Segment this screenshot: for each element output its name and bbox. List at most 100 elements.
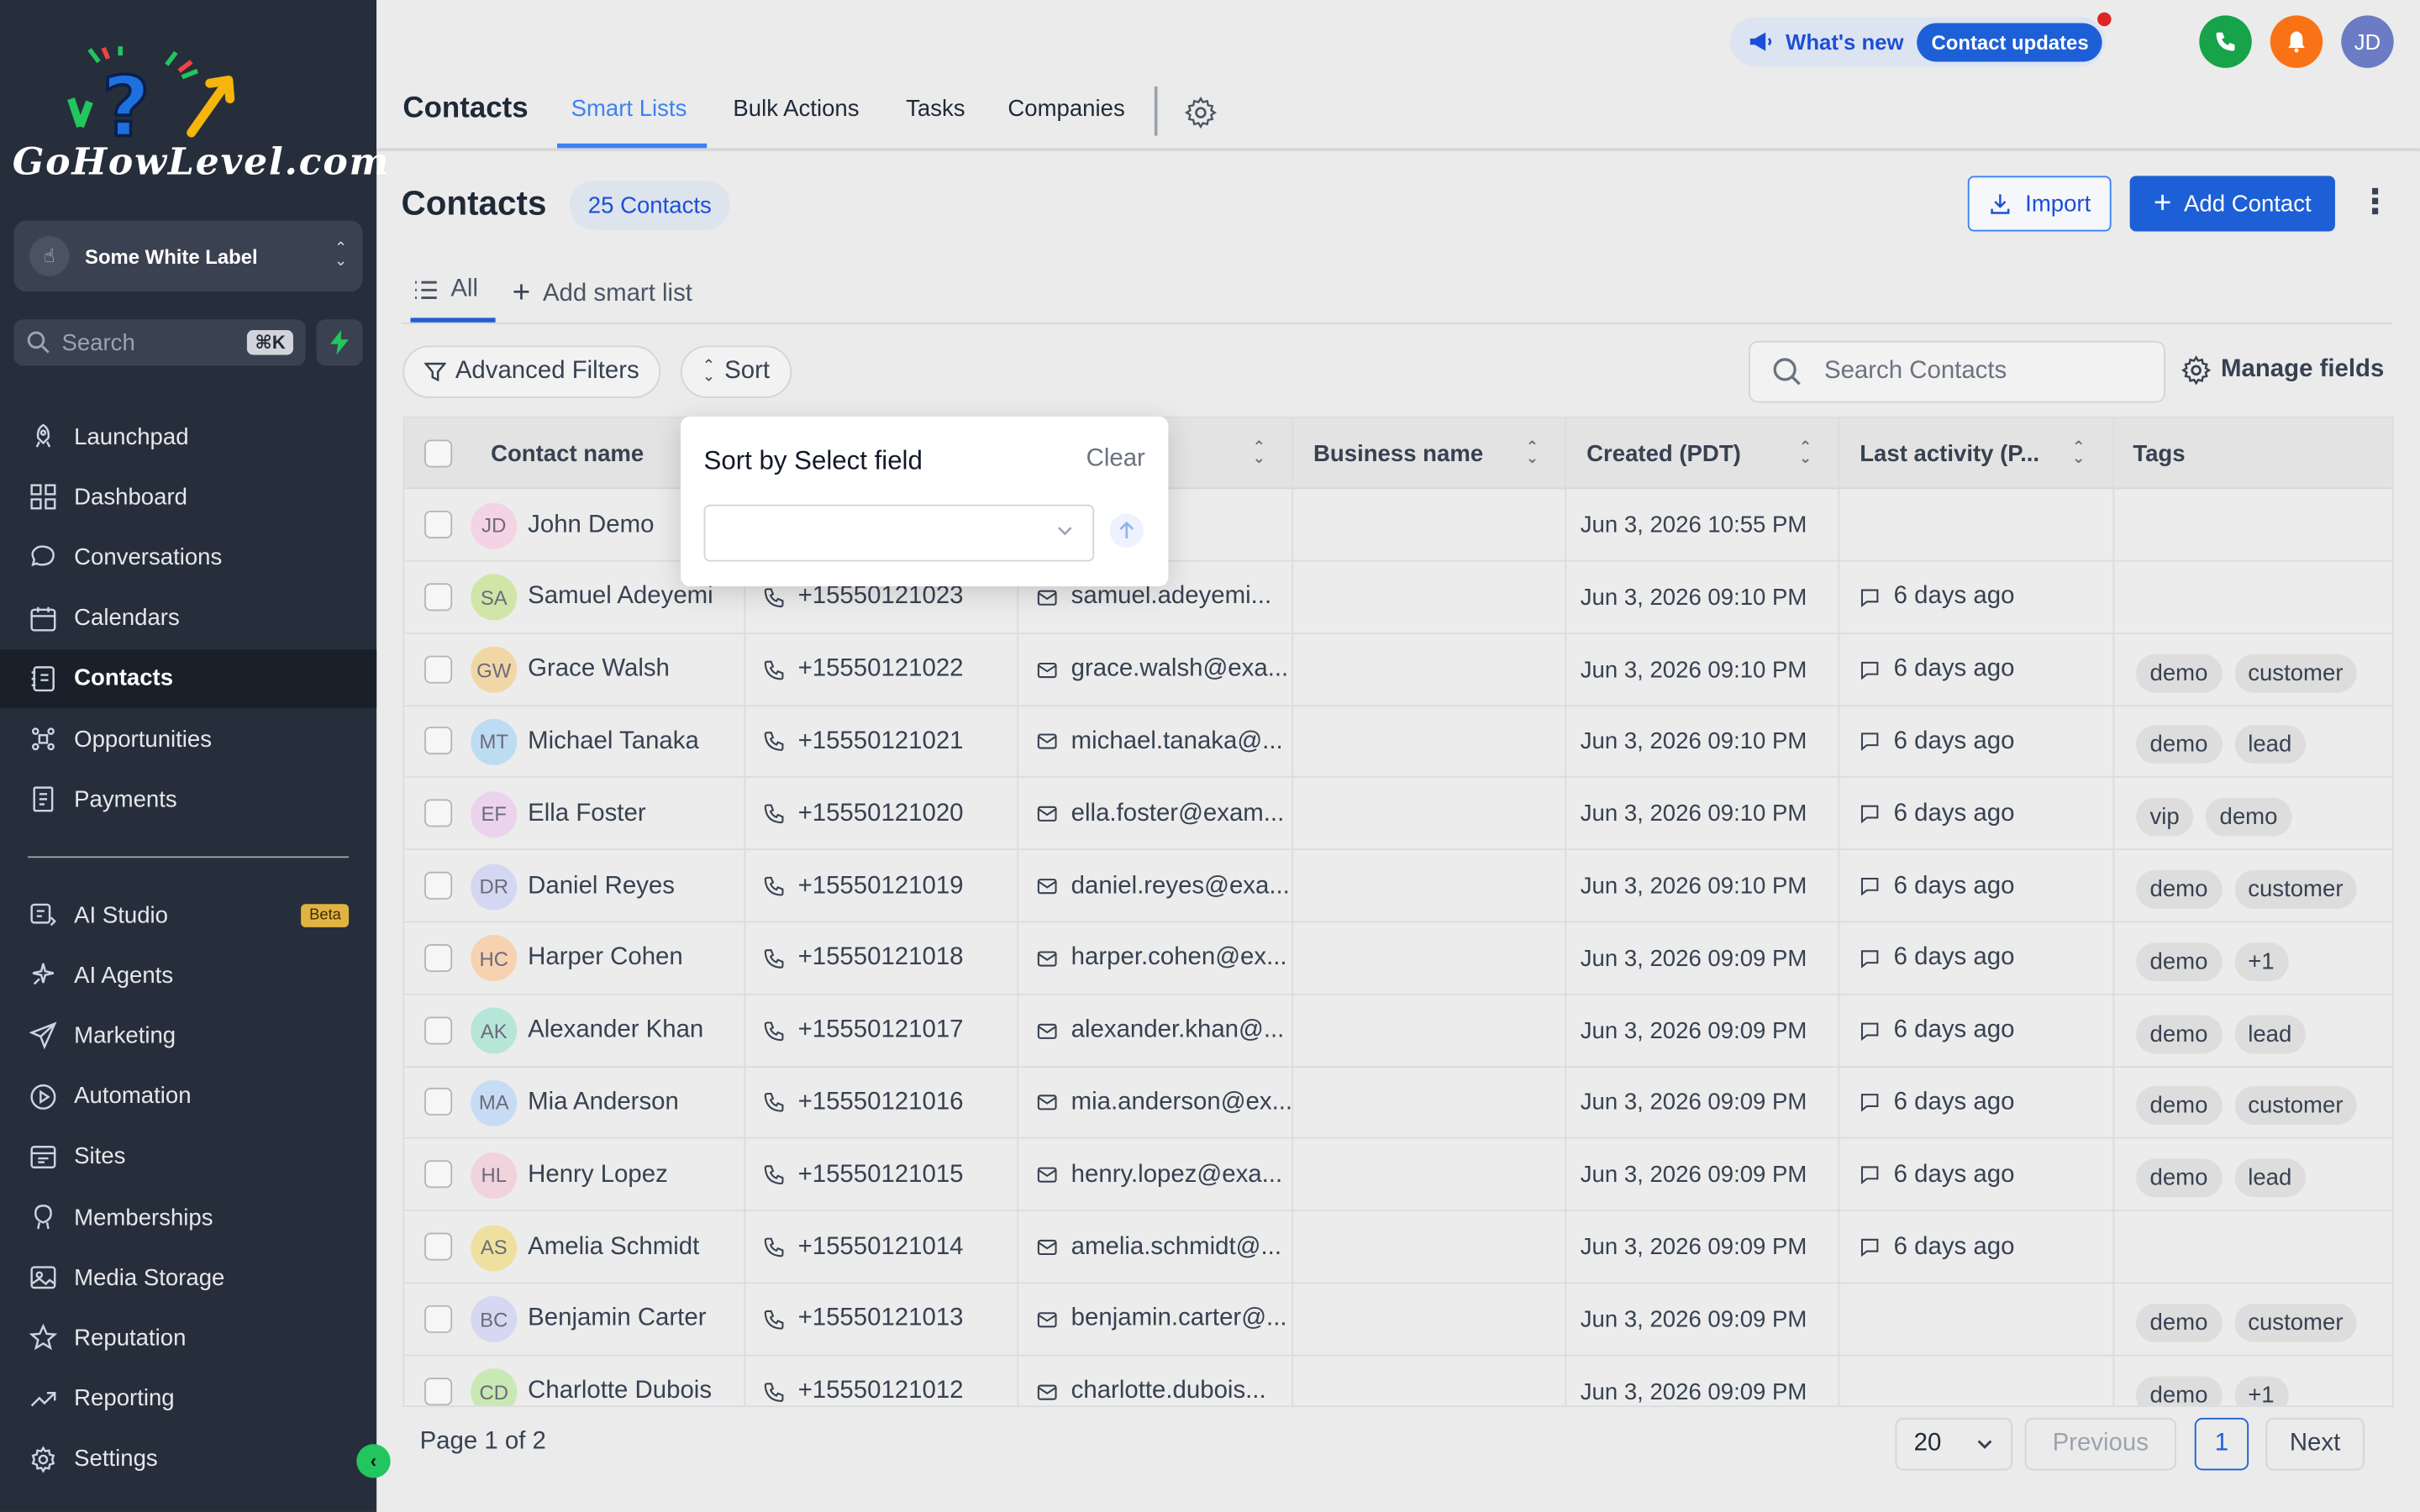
email-cell[interactable]: daniel.reyes@exa... bbox=[1035, 850, 1292, 922]
user-avatar[interactable]: JD bbox=[2341, 15, 2394, 68]
tag-badge[interactable]: lead bbox=[2233, 1158, 2306, 1198]
tag-badge[interactable]: demo bbox=[2135, 1375, 2222, 1406]
table-row[interactable]: HC Harper Cohen +15550121018 harper.cohen@e… bbox=[404, 922, 2392, 995]
brand-logo[interactable]: ? GoHowLevel.com bbox=[13, 43, 388, 188]
settings-gear-icon[interactable] bbox=[1184, 96, 1218, 129]
select-all-checkbox[interactable] bbox=[424, 439, 453, 468]
whats-new-banner[interactable]: What's new Contact updates bbox=[1729, 12, 2112, 66]
email-cell[interactable]: benjamin.carter@... bbox=[1035, 1284, 1292, 1356]
tag-badge[interactable]: demo bbox=[2135, 725, 2222, 764]
contact-name-cell[interactable]: MT Michael Tanaka bbox=[471, 706, 744, 778]
table-row[interactable]: EF Ella Foster +15550121020 ella.foster@exa… bbox=[404, 778, 2392, 851]
row-checkbox[interactable] bbox=[424, 1305, 453, 1333]
table-row[interactable]: BC Benjamin Carter +15550121013 benjamin.ca… bbox=[404, 1284, 2392, 1357]
table-row[interactable]: MT Michael Tanaka +15550121021 michael.tana… bbox=[404, 706, 2392, 779]
phone-cell[interactable]: +15550121015 bbox=[762, 1139, 1017, 1211]
table-row[interactable]: MA Mia Anderson +15550121016 mia.anderson@e… bbox=[404, 1067, 2392, 1140]
phone-cell[interactable]: +15550121013 bbox=[762, 1284, 1017, 1356]
advanced-filters-button[interactable]: Advanced Filters bbox=[402, 345, 661, 398]
tag-badge[interactable]: customer bbox=[2233, 869, 2358, 909]
search-contacts-input[interactable]: Search Contacts bbox=[1748, 340, 2165, 403]
contact-name-cell[interactable]: HL Henry Lopez bbox=[471, 1139, 744, 1211]
tag-badge[interactable]: demo bbox=[2135, 1158, 2222, 1198]
table-row[interactable]: HL Henry Lopez +15550121015 henry.lopez@exa… bbox=[404, 1139, 2392, 1212]
row-checkbox[interactable] bbox=[424, 727, 453, 755]
email-cell[interactable]: harper.cohen@ex... bbox=[1035, 922, 1292, 995]
page-1-button[interactable]: 1 bbox=[2194, 1417, 2249, 1471]
phone-cell[interactable]: +15550121017 bbox=[762, 995, 1017, 1067]
phone-cell[interactable]: +15550121019 bbox=[762, 850, 1017, 922]
col-tags[interactable]: Tags bbox=[2112, 418, 2185, 489]
email-cell[interactable]: alexander.khan@... bbox=[1035, 995, 1292, 1067]
contact-name-cell[interactable]: EF Ella Foster bbox=[471, 778, 744, 850]
sidebar-item-opportunities[interactable]: Opportunities bbox=[0, 710, 376, 769]
tag-badge[interactable]: customer bbox=[2233, 1086, 2358, 1126]
tab-smart-lists[interactable]: Smart Lists bbox=[571, 96, 687, 122]
contact-name-cell[interactable]: GW Grace Walsh bbox=[471, 633, 744, 706]
tag-badge[interactable]: demo bbox=[2205, 797, 2291, 837]
sidebar-item-automation[interactable]: Automation bbox=[0, 1067, 376, 1126]
tab-companies[interactable]: Companies bbox=[1007, 96, 1124, 122]
row-checkbox[interactable] bbox=[424, 582, 453, 611]
tag-badge[interactable]: +1 bbox=[2233, 942, 2289, 981]
tag-badge[interactable]: demo bbox=[2135, 942, 2222, 981]
tag-badge[interactable]: demo bbox=[2135, 869, 2222, 909]
sidebar-item-payments[interactable]: Payments bbox=[0, 770, 376, 829]
col-contact-name[interactable]: Contact name bbox=[491, 418, 644, 489]
more-options-icon[interactable]: ⋮ bbox=[2358, 179, 2391, 228]
sidebar-item-reputation[interactable]: Reputation bbox=[0, 1309, 376, 1368]
next-page-button[interactable]: Next bbox=[2265, 1417, 2365, 1471]
tag-badge[interactable]: customer bbox=[2233, 654, 2358, 692]
contact-name-cell[interactable]: HC Harper Cohen bbox=[471, 922, 744, 995]
workspace-switcher[interactable]: ☝ Some White Label ⌃ ⌄ bbox=[13, 220, 363, 292]
email-cell[interactable]: ella.foster@exam... bbox=[1035, 778, 1292, 850]
tag-badge[interactable]: +1 bbox=[2233, 1375, 2289, 1406]
row-checkbox[interactable] bbox=[424, 1232, 453, 1261]
row-checkbox[interactable] bbox=[424, 799, 453, 827]
contact-name-cell[interactable]: MA Mia Anderson bbox=[471, 1067, 744, 1139]
sidebar-item-calendars[interactable]: Calendars bbox=[0, 589, 376, 648]
email-cell[interactable]: mia.anderson@ex... bbox=[1035, 1067, 1292, 1139]
row-checkbox[interactable] bbox=[424, 943, 453, 972]
email-cell[interactable]: grace.walsh@exa... bbox=[1035, 633, 1292, 706]
sidebar-item-conversations[interactable]: Conversations bbox=[0, 528, 376, 587]
row-checkbox[interactable] bbox=[424, 1016, 453, 1044]
row-checkbox[interactable] bbox=[424, 871, 453, 900]
manage-fields-button[interactable]: Manage fields bbox=[2181, 354, 2384, 386]
phone-cell[interactable]: +15550121018 bbox=[762, 922, 1017, 995]
sidebar-item-media-storage[interactable]: Media Storage bbox=[0, 1248, 376, 1307]
col-business-name[interactable]: Business name ⌃ ⌄ bbox=[1293, 418, 1566, 489]
row-checkbox[interactable] bbox=[424, 510, 453, 539]
sidebar-item-sites[interactable]: Sites bbox=[0, 1127, 376, 1186]
tag-badge[interactable]: demo bbox=[2135, 1086, 2222, 1126]
table-row[interactable]: CD Charlotte Dubois +15550121012 charlotte.… bbox=[404, 1356, 2392, 1406]
collapse-sidebar-button[interactable]: ‹ bbox=[356, 1444, 391, 1478]
tag-badge[interactable]: demo bbox=[2135, 1014, 2222, 1053]
col-last-activity[interactable]: Last activity (P... ⌃ ⌄ bbox=[1839, 418, 2112, 489]
add-smart-list-button[interactable]: + Add smart list bbox=[513, 276, 692, 312]
add-contact-button[interactable]: + Add Contact bbox=[2129, 176, 2335, 232]
previous-page-button[interactable]: Previous bbox=[2024, 1417, 2176, 1471]
tag-badge[interactable]: customer bbox=[2233, 1303, 2358, 1342]
contact-name-cell[interactable]: AS Amelia Schmidt bbox=[471, 1211, 744, 1284]
row-checkbox[interactable] bbox=[424, 1377, 453, 1405]
tab-tasks[interactable]: Tasks bbox=[906, 96, 965, 122]
tab-bulk-actions[interactable]: Bulk Actions bbox=[733, 96, 859, 122]
table-row[interactable]: DR Daniel Reyes +15550121019 daniel.reyes@e… bbox=[404, 850, 2392, 923]
sidebar-item-reporting[interactable]: Reporting bbox=[0, 1369, 376, 1428]
phone-cell[interactable]: +15550121020 bbox=[762, 778, 1017, 850]
tag-badge[interactable]: demo bbox=[2135, 654, 2222, 692]
sidebar-item-marketing[interactable]: Marketing bbox=[0, 1006, 376, 1065]
col-created[interactable]: Created (PDT) ⌃ ⌄ bbox=[1566, 418, 1839, 489]
email-cell[interactable]: michael.tanaka@... bbox=[1035, 706, 1292, 778]
sort-clear-button[interactable]: Clear bbox=[1086, 446, 1145, 474]
email-cell[interactable]: charlotte.dubois... bbox=[1035, 1356, 1292, 1406]
phone-cell[interactable]: +15550121021 bbox=[762, 706, 1017, 778]
tag-badge[interactable]: vip bbox=[2135, 797, 2194, 837]
phone-cell[interactable]: +15550121016 bbox=[762, 1067, 1017, 1139]
sort-direction-button[interactable] bbox=[1109, 513, 1144, 549]
phone-cell[interactable]: +15550121022 bbox=[762, 633, 1017, 706]
row-checkbox[interactable] bbox=[424, 1088, 453, 1116]
tag-badge[interactable]: lead bbox=[2233, 725, 2306, 764]
sidebar-search-input[interactable]: Search ⌘K bbox=[13, 319, 306, 366]
